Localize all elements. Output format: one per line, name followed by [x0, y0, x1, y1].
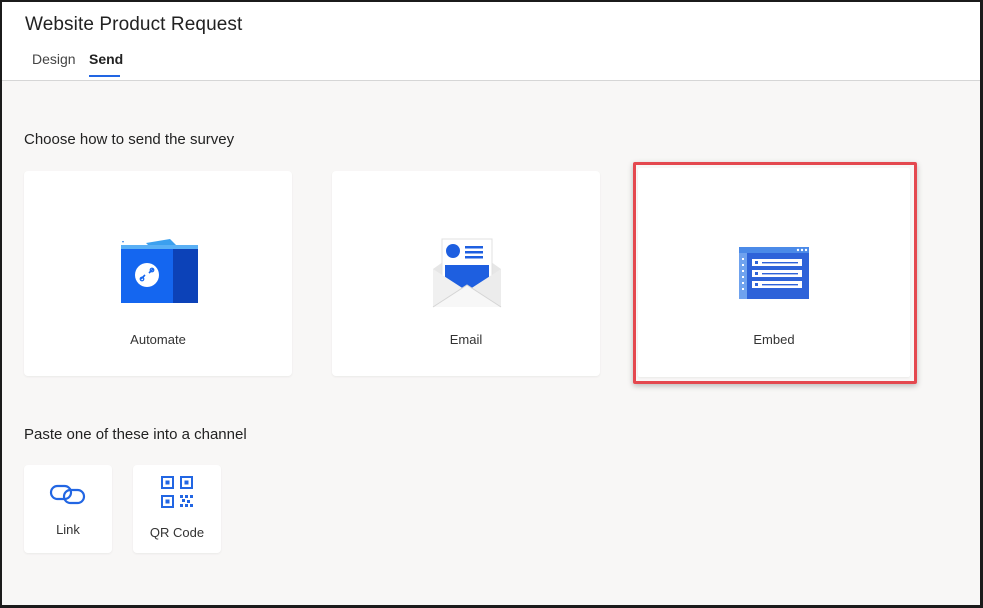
link-card[interactable]: Link [24, 465, 112, 553]
email-label: Email [449, 332, 483, 347]
email-card[interactable]: Email [332, 171, 600, 376]
tab-send[interactable]: Send [89, 51, 123, 77]
qr-code-card[interactable]: QR Code [133, 465, 221, 553]
embed-label: Embed [753, 332, 795, 347]
automate-card[interactable]: Automate [24, 171, 292, 376]
app-frame: Website Product Request Design Send Choo… [2, 2, 980, 605]
automate-label: Automate [130, 332, 186, 347]
send-section-heading: Choose how to send the survey [24, 131, 235, 148]
embed-card[interactable]: Embed [638, 168, 910, 377]
qr-code-label: QR Code [149, 525, 205, 540]
header: Website Product Request Design Send [2, 2, 980, 81]
automate-icon [121, 239, 198, 303]
email-icon [432, 238, 502, 308]
page-title: Website Product Request [25, 14, 243, 35]
tab-design[interactable]: Design [32, 51, 76, 75]
channel-section-heading: Paste one of these into a channel [24, 426, 247, 443]
link-label: Link [56, 522, 80, 537]
qr-code-icon [161, 476, 193, 508]
embed-icon [739, 247, 809, 299]
link-icon [49, 484, 86, 505]
